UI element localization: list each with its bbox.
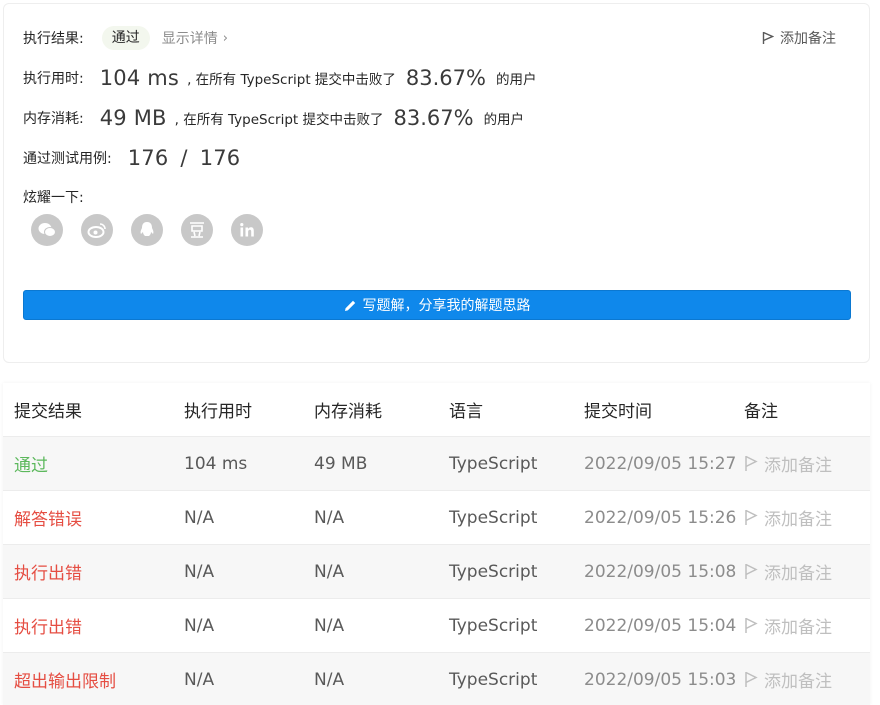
add-note-cell[interactable]: 添加备注 [744,599,832,652]
add-note-cell[interactable]: 添加备注 [744,653,832,705]
time-cell: 2022/09/05 15:26 [584,507,737,528]
share-label: 炫耀一下: [23,190,84,206]
tests-row: 通过测试用例: 176 / 176 [23,146,240,170]
table-row[interactable]: 解答错误 N/A N/A TypeScript 2022/09/05 15:26… [3,490,870,544]
language-cell: TypeScript [449,507,538,528]
memory-cell: N/A [314,615,345,636]
language-cell: TypeScript [449,561,538,582]
pencil-icon [344,300,355,311]
memory-cell: N/A [314,507,345,528]
memory-beat-text: , 在所有 TypeScript 提交中击败了 [174,112,384,128]
runtime-cell: N/A [184,669,215,690]
memory-percent: 83.67% [393,106,474,130]
memory-value: 49 MB [99,106,167,130]
add-note-label: 添加备注 [764,456,832,476]
write-solution-label: 写题解，分享我的解题思路 [362,298,531,314]
table-row[interactable]: 执行出错 N/A N/A TypeScript 2022/09/05 15:04… [3,598,870,652]
add-note-button[interactable]: 添加备注 [762,28,836,48]
flag-icon [745,455,758,471]
language-cell: TypeScript [449,453,538,474]
flag-icon [745,509,758,525]
result-label: 执行结果: [23,31,84,47]
runtime-percent: 83.67% [405,66,486,90]
header-submit-time: 提交时间 [584,402,652,422]
time-cell: 2022/09/05 15:27 [584,453,737,474]
result-summary-card: 执行结果: 通过 显示详情 › 添加备注 执行用时: 104 ms , 在所有 … [3,3,870,363]
header-note: 备注 [744,402,778,422]
runtime-suffix: 的用户 [495,72,537,88]
tests-label: 通过测试用例: [23,151,112,167]
memory-label: 内存消耗: [23,111,84,127]
qq-icon[interactable] [131,214,163,246]
time-cell: 2022/09/05 15:04 [584,615,737,636]
weibo-icon[interactable] [81,214,113,246]
write-solution-button[interactable]: 写题解，分享我的解题思路 [23,290,851,320]
tests-separator: / [180,146,188,170]
add-note-label: 添加备注 [764,564,832,584]
memory-cell: N/A [314,561,345,582]
add-note-cell[interactable]: 添加备注 [744,437,832,490]
flag-icon [762,31,774,44]
runtime-row: 执行用时: 104 ms , 在所有 TypeScript 提交中击败了 83.… [23,66,536,90]
runtime-value: 104 ms [99,66,180,90]
tests-total: 176 [199,146,241,170]
header-language: 语言 [449,402,483,422]
result-cell[interactable]: 解答错误 [14,491,82,544]
header-result: 提交结果 [14,402,82,422]
runtime-beat-text: , 在所有 TypeScript 提交中击败了 [187,72,396,88]
tests-passed: 176 [127,146,169,170]
language-cell: TypeScript [449,669,538,690]
result-cell[interactable]: 执行出错 [14,545,82,598]
add-note-label: 添加备注 [764,672,832,692]
header-memory: 内存消耗 [314,402,382,422]
submissions-table: 提交结果 执行用时 内存消耗 语言 提交时间 备注 通过 104 ms 49 M… [3,383,870,705]
wechat-icon[interactable] [31,214,63,246]
flag-icon [745,617,758,633]
runtime-cell: N/A [184,615,215,636]
share-icon-group [31,214,281,246]
flag-icon [745,671,758,687]
time-cell: 2022/09/05 15:03 [584,669,737,690]
runtime-cell: 104 ms [184,453,248,474]
result-status-badge: 通过 [101,26,150,50]
result-row: 执行结果: 通过 显示详情 › [23,26,228,50]
memory-cell: N/A [314,669,345,690]
time-cell: 2022/09/05 15:08 [584,561,737,582]
table-header: 提交结果 执行用时 内存消耗 语言 提交时间 备注 [3,383,870,436]
result-cell[interactable]: 执行出错 [14,599,82,652]
linkedin-icon[interactable] [231,214,263,246]
add-note-label: 添加备注 [764,618,832,638]
add-note-cell[interactable]: 添加备注 [744,545,832,598]
add-note-label: 添加备注 [764,510,832,530]
add-note-label: 添加备注 [780,31,836,47]
language-cell: TypeScript [449,615,538,636]
memory-cell: 49 MB [314,453,368,474]
show-details-label: 显示详情 [161,31,218,47]
chevron-right-icon: › [222,30,228,46]
flag-icon [745,563,758,579]
result-cell[interactable]: 通过 [14,437,48,490]
share-row: 炫耀一下: [23,187,84,207]
table-row[interactable]: 通过 104 ms 49 MB TypeScript 2022/09/05 15… [3,436,870,490]
table-row[interactable]: 执行出错 N/A N/A TypeScript 2022/09/05 15:08… [3,544,870,598]
show-details-link[interactable]: 显示详情 › [162,28,228,48]
memory-suffix: 的用户 [483,112,525,128]
runtime-cell: N/A [184,507,215,528]
result-cell[interactable]: 超出输出限制 [14,653,116,705]
douban-icon[interactable] [181,214,213,246]
memory-row: 内存消耗: 49 MB , 在所有 TypeScript 提交中击败了 83.6… [23,106,524,130]
table-row[interactable]: 超出输出限制 N/A N/A TypeScript 2022/09/05 15:… [3,652,870,705]
runtime-label: 执行用时: [23,71,84,87]
runtime-cell: N/A [184,561,215,582]
add-note-cell[interactable]: 添加备注 [744,491,832,544]
header-runtime: 执行用时 [184,402,252,422]
